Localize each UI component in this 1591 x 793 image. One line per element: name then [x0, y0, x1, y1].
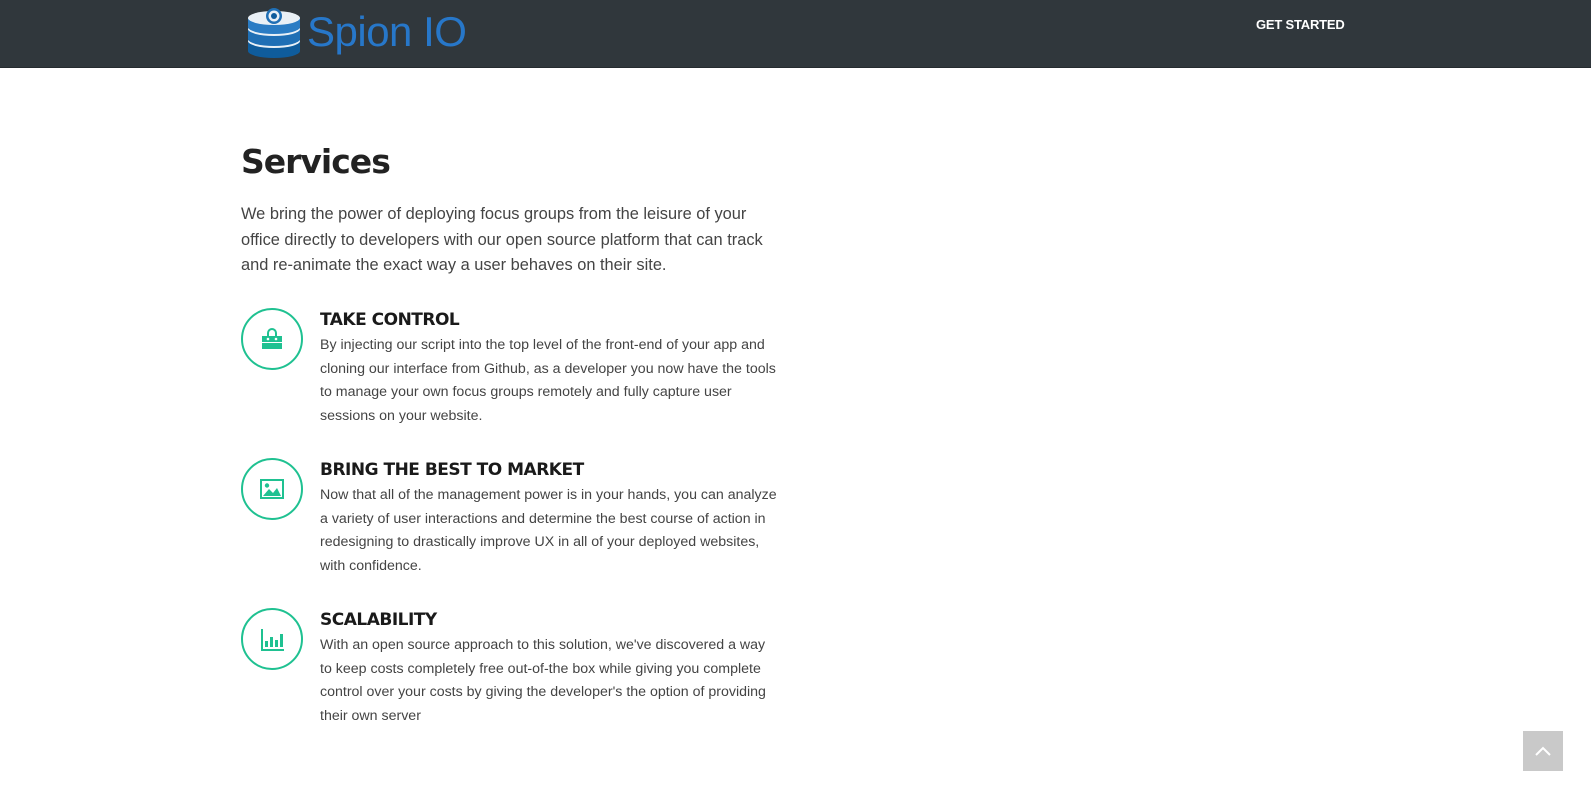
services-title: Services — [241, 142, 391, 181]
top-navbar: Spion IO GET STARTED — [0, 0, 1591, 68]
database-eye-icon — [248, 8, 300, 58]
feature-text: Now that all of the management power is … — [320, 487, 777, 575]
feature-title: SCALABILITY — [320, 610, 437, 630]
image-icon — [260, 479, 284, 499]
feature-item: SCALABILITY With an open source approach… — [241, 608, 781, 758]
feature-icon-circle — [241, 608, 303, 670]
feature-body: TAKE CONTROL By injecting our script int… — [320, 308, 780, 429]
services-intro: We bring the power of deploying focus gr… — [241, 205, 763, 275]
feature-title: TAKE CONTROL — [320, 310, 460, 330]
feature-text: By injecting our script into the top lev… — [320, 337, 776, 425]
brand-name: Spion IO — [307, 8, 467, 55]
brand-link[interactable]: Spion IO — [246, 5, 467, 59]
feature-list: TAKE CONTROL By injecting our script int… — [241, 308, 781, 758]
scroll-to-top-button[interactable] — [1523, 731, 1563, 771]
feature-item: TAKE CONTROL By injecting our script int… — [241, 308, 781, 458]
chevron-up-icon — [1535, 746, 1551, 756]
feature-title: BRING THE BEST TO MARKET — [320, 460, 584, 480]
feature-icon-circle — [241, 458, 303, 520]
get-started-link[interactable]: GET STARTED — [1256, 16, 1345, 34]
feature-text: With an open source approach to this sol… — [320, 637, 766, 725]
page: Spion IO GET STARTED Services We bring t… — [0, 0, 1591, 793]
feature-body: BRING THE BEST TO MARKET Now that all of… — [320, 458, 780, 579]
bar-chart-icon — [261, 629, 284, 651]
feature-item: BRING THE BEST TO MARKET Now that all of… — [241, 458, 781, 608]
shopping-bag-icon — [262, 328, 282, 349]
services-section: Services We bring the power of deploying… — [241, 138, 781, 724]
feature-icon-circle — [241, 308, 303, 370]
feature-body: SCALABILITY With an open source approach… — [320, 608, 780, 729]
